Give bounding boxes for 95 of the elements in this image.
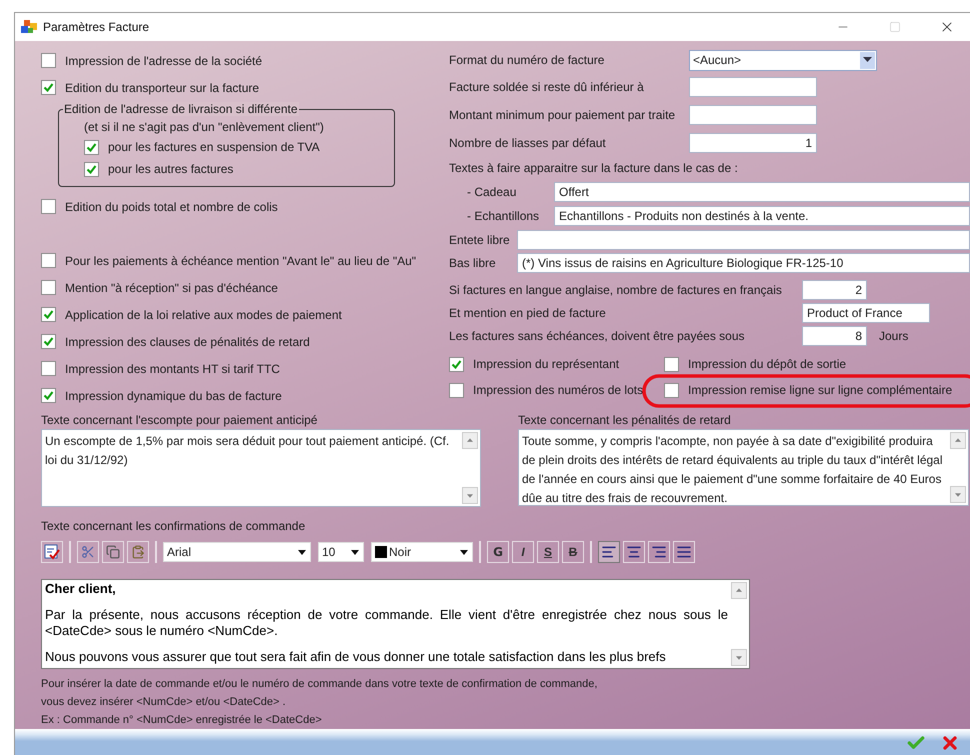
input-field[interactable]: [689, 105, 817, 125]
checkbox-label: Edition du transporteur sur la facture: [65, 80, 260, 94]
checkbox-label: Mention "à réception" si pas d'échéance: [65, 280, 278, 294]
checkbox[interactable]: [84, 140, 99, 154]
checkbox-label: pour les autres factures: [108, 162, 234, 176]
checkbox[interactable]: [41, 307, 56, 322]
unit-label: Jours: [879, 328, 908, 342]
checkbox-label: Impression remise ligne sur ligne complémentaire: [688, 383, 952, 397]
align-justify-icon[interactable]: [673, 541, 695, 563]
paste-icon[interactable]: [127, 541, 149, 563]
copy-icon[interactable]: [102, 541, 124, 563]
select-value: <Aucun>: [693, 53, 742, 67]
checkbox-label: Impression des numéros de lots: [473, 383, 644, 397]
scroll-down-icon[interactable]: [462, 487, 478, 504]
field-label: Format du numéro de facture: [449, 53, 606, 67]
input-field[interactable]: [689, 77, 817, 97]
checkbox-label: Pour les paiements à échéance mention "Avant le" au lieu de "Au": [65, 254, 416, 268]
checkbox-label: pour les factures en suspension de TVA: [108, 140, 320, 154]
checkbox[interactable]: [41, 253, 56, 268]
field-label: Montant minimum pour paiement par traite: [449, 108, 676, 122]
input-field[interactable]: [517, 230, 970, 250]
font-select[interactable]: Arial: [163, 542, 311, 562]
checkbox-label: Impression de l'adresse de la société: [65, 54, 262, 68]
checkbox-label: Application de la loi relative aux modes de paiement: [65, 308, 342, 322]
color-select[interactable]: Noir: [371, 542, 473, 562]
checkbox[interactable]: [41, 334, 56, 349]
checkbox[interactable]: [449, 382, 464, 398]
align-right-icon[interactable]: [648, 541, 670, 563]
scroll-down-icon[interactable]: [731, 649, 747, 666]
group-note: (et si il ne s'agit pas d'un "enlèvement client"): [84, 120, 325, 134]
field-label: - Echantillons: [467, 209, 540, 223]
checkbox-label: Impression des montants HT si tarif TTC: [65, 362, 280, 376]
window-title: Paramètres Facture: [43, 20, 150, 34]
field-label: Et mention en pied de facture: [449, 306, 607, 320]
field-label: Bas libre: [449, 256, 497, 270]
align-left-icon[interactable]: [598, 541, 620, 563]
input-field[interactable]: Offert: [554, 182, 970, 202]
field-label: Si factures en langue anglaise, nombre de factures en français: [449, 282, 783, 296]
checkbox[interactable]: [664, 382, 679, 398]
format-button[interactable]: G: [487, 541, 509, 563]
checkbox[interactable]: [41, 388, 56, 403]
format-button[interactable]: B: [562, 541, 584, 563]
editor-label: Texte concernant les confirmations de commande: [41, 519, 306, 533]
format-select[interactable]: <Aucun>: [689, 50, 877, 70]
checkbox-label: Impression du dépôt de sortie: [688, 357, 846, 371]
app-icon: [21, 20, 37, 34]
checkbox[interactable]: [84, 162, 99, 176]
input-field[interactable]: 1: [689, 133, 817, 153]
help-text: Ex : Commande n° <NumCde> enregistrée le <DateCde>: [41, 713, 323, 728]
scroll-up-icon[interactable]: [462, 432, 478, 449]
checkbox-label: Impression dynamique du bas de facture: [65, 388, 282, 402]
checkbox[interactable]: [41, 361, 56, 376]
scroll-up-icon[interactable]: [950, 432, 966, 449]
message-editor[interactable]: [41, 579, 750, 669]
checkbox-label: Impression des clauses de pénalités de retard: [65, 334, 310, 348]
checkbox[interactable]: [41, 199, 56, 214]
scroll-up-icon[interactable]: [731, 582, 747, 599]
checkbox[interactable]: [41, 280, 56, 295]
input-field[interactable]: (*) Vins issus de raisins en Agriculture Biologique FR-125-10: [517, 252, 970, 272]
input-field[interactable]: 2: [802, 280, 867, 300]
input-field[interactable]: Product of France: [802, 302, 930, 322]
field-label: Entete libre: [449, 232, 511, 246]
cut-icon[interactable]: [77, 541, 99, 563]
checkbox[interactable]: [664, 356, 679, 372]
greeting-text: Cher client,: [45, 581, 117, 597]
text-area-label: Texte concernant les pénalités de retard: [518, 413, 732, 427]
section-heading: Textes à faire apparaitre sur la facture dans le cas de :: [449, 160, 739, 177]
field-label: Nombre de liasses par défaut: [449, 136, 607, 150]
checkbox[interactable]: [41, 53, 56, 68]
help-text: Pour insérer la date de commande et/ou le numéro de commande dans votre texte de confirmation de commande, vous devez insérer <NumCde> et/ou <DateCde> .: [41, 677, 598, 710]
checkbox-label: Edition du poids total et nombre de colis: [65, 200, 278, 214]
text-area-label: Texte concernant l'escompte pour paiement anticipé: [41, 413, 318, 427]
format-button[interactable]: S: [537, 541, 559, 563]
message-paragraph: Nous pouvons vous assurer que tout sera fait afin de vous donner une totale satisfaction dans les plus brefs: [45, 649, 667, 665]
format-button[interactable]: I: [512, 541, 534, 563]
size-select[interactable]: 10: [318, 542, 364, 562]
checkbox[interactable]: [449, 356, 464, 372]
checkbox-label: Impression du représentant: [473, 357, 620, 371]
message-paragraph: Par la présente, nous accusons réception de votre commande. Elle vient d'être enregistrée chez nous sous le <DateCde> sous le numéro <NumCde>.: [45, 607, 728, 639]
text-area-field[interactable]: Toute somme, y compris l'acompte, non payée à sa date d"exigibilité produira de plein droits des intérêts de retard équivalents au triple du taux d"intérêt légal de l'année en cours ainsi que le paiement d"une somme forfaitaire de 40 Euros dûe au titre des frais de recouvrement.: [518, 429, 969, 506]
scroll-down-icon[interactable]: [950, 486, 966, 503]
field-label: Facture soldée si reste dû inférieur à: [449, 80, 645, 94]
caret-icon: [351, 550, 359, 554]
text-area-field[interactable]: Un escompte de 1,5% par mois sera déduit pour tout paiement anticipé. (Cf. loi du 31/12/92): [41, 429, 481, 507]
align-center-icon[interactable]: [623, 541, 645, 563]
input-field[interactable]: Echantillons - Produits non destinés à la vente.: [554, 206, 970, 226]
field-label: Les factures sans échéances, doivent être payées sous: [449, 328, 746, 342]
caret-icon: [298, 550, 306, 554]
caret-icon: [460, 550, 468, 554]
input-field[interactable]: 8: [802, 326, 867, 346]
caret-icon[interactable]: [860, 52, 875, 68]
group-title: Edition de l'adresse de livraison si différente: [63, 102, 299, 116]
field-label: - Cadeau: [467, 185, 518, 199]
spell-check-icon[interactable]: [41, 541, 63, 563]
checkbox[interactable]: [41, 80, 56, 95]
